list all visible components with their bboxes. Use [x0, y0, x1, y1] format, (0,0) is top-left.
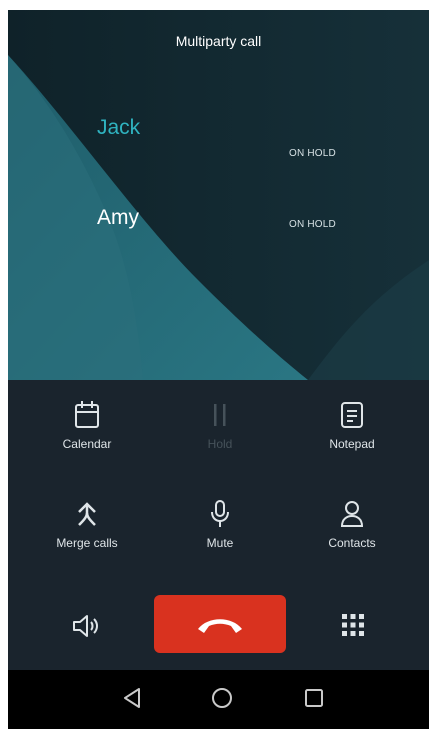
- speaker-icon: [73, 615, 98, 637]
- contacts-label: Contacts: [328, 536, 376, 550]
- notepad-icon: [341, 402, 363, 428]
- home-circle-icon: [212, 688, 232, 708]
- calendar-button[interactable]: Calendar: [32, 400, 142, 472]
- caller-status-amy: ON HOLD: [289, 219, 336, 230]
- dialpad-icon: [342, 614, 364, 636]
- phone-hangup-icon: [198, 619, 242, 633]
- caller-status-jack: ON HOLD: [289, 148, 336, 159]
- end-call-button[interactable]: [154, 595, 286, 653]
- home-button[interactable]: [210, 686, 234, 715]
- navigation-bar: [8, 670, 429, 729]
- merge-calls-label: Merge calls: [56, 536, 118, 550]
- contacts-button[interactable]: Contacts: [297, 499, 407, 571]
- mute-label: Mute: [206, 536, 234, 550]
- call-screen: Multiparty call Jack ON HOLD Amy ON HOLD…: [8, 10, 429, 729]
- person-icon: [340, 501, 364, 527]
- merge-calls-button[interactable]: Merge calls: [32, 499, 142, 571]
- caller-name-jack[interactable]: Jack: [97, 116, 140, 140]
- merge-icon: [78, 502, 96, 526]
- call-background: [8, 10, 429, 380]
- page-title: Multiparty call: [175, 33, 262, 49]
- pause-icon: [214, 404, 226, 426]
- calendar-icon: [75, 401, 99, 428]
- dialpad-button[interactable]: [341, 613, 365, 637]
- recents-button[interactable]: [303, 686, 325, 715]
- hold-label: Hold: [207, 437, 233, 451]
- hold-button[interactable]: Hold: [165, 400, 275, 472]
- microphone-icon: [211, 500, 229, 527]
- notepad-label: Notepad: [329, 437, 375, 451]
- mute-button[interactable]: Mute: [165, 499, 275, 571]
- calendar-label: Calendar: [62, 437, 112, 451]
- back-button[interactable]: [121, 686, 143, 715]
- caller-name-amy[interactable]: Amy: [97, 206, 139, 230]
- speaker-button[interactable]: [70, 611, 104, 641]
- recents-square-icon: [305, 689, 323, 707]
- notepad-button[interactable]: Notepad: [297, 400, 407, 472]
- back-triangle-icon: [124, 688, 140, 708]
